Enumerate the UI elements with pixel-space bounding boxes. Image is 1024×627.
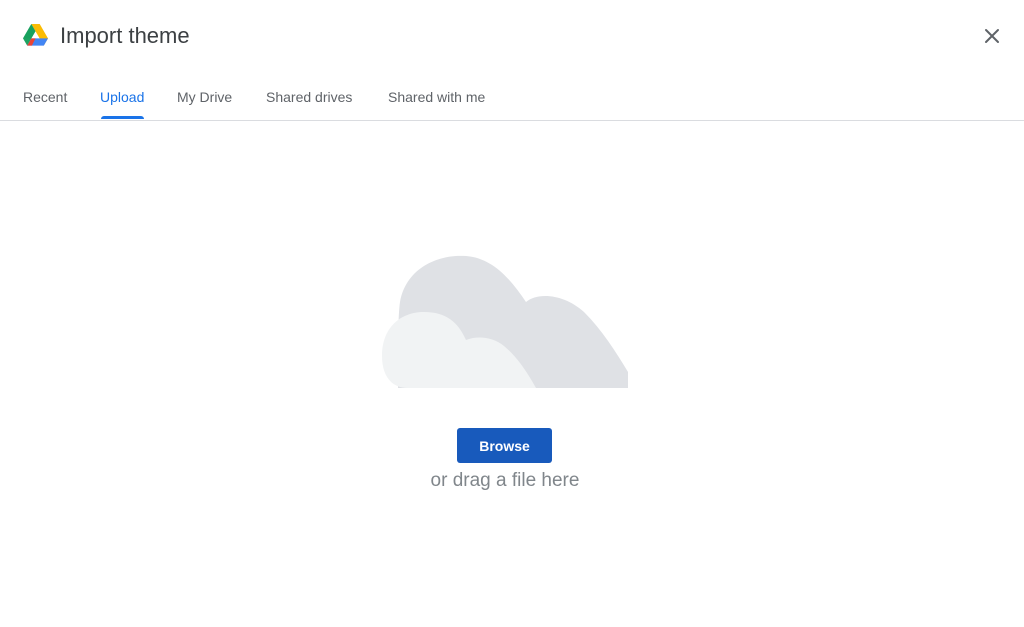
close-button[interactable] — [974, 18, 1010, 54]
browse-button[interactable]: Browse — [457, 428, 552, 463]
tab-recent[interactable]: Recent — [23, 72, 67, 120]
source-tabs: Recent Upload My Drive Shared drives Sha… — [0, 72, 1024, 121]
import-theme-dialog: Import theme Recent Upload My Drive Shar… — [0, 0, 1024, 627]
dialog-title: Import theme — [60, 23, 190, 48]
tab-my-drive[interactable]: My Drive — [177, 72, 232, 120]
active-tab-indicator — [101, 116, 144, 119]
cloud-icon — [382, 255, 628, 388]
google-drive-icon — [23, 24, 48, 46]
dialog-header: Import theme — [0, 0, 1024, 72]
drag-hint-text: or drag a file here — [430, 470, 580, 491]
tab-shared-drives[interactable]: Shared drives — [266, 72, 352, 120]
close-icon — [985, 29, 999, 43]
tab-upload[interactable]: Upload — [100, 72, 144, 120]
tab-shared-with-me[interactable]: Shared with me — [388, 72, 485, 120]
